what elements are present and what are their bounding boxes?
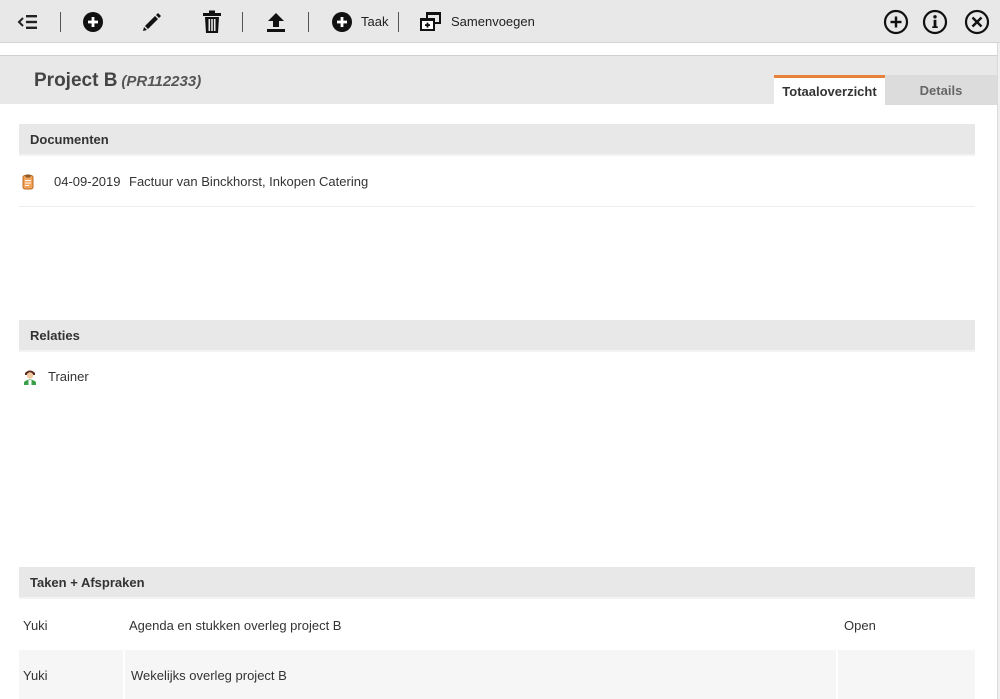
trash-icon[interactable] [202,0,222,43]
merge-label: Samenvoegen [451,14,535,29]
relations-section-header: Relaties [19,320,975,352]
close-circle-icon[interactable] [964,0,990,43]
toolbar-divider [242,12,243,32]
task-description: Agenda en stukken overleg project B [129,617,342,633]
add-circle-icon[interactable] [82,0,104,43]
document-date: 04-09-2019 [54,174,121,189]
task-row[interactable]: Yuki Wekelijks overleg project B [19,650,975,699]
merge-button[interactable]: Samenvoegen [419,0,535,43]
documents-section-header: Documenten [19,124,975,156]
toolbar-divider [308,12,309,32]
toolbar-divider [60,12,61,32]
project-title: Project B [34,70,118,91]
task-row[interactable]: Yuki Agenda en stukken overleg project B… [19,600,975,650]
task-status [838,650,975,699]
add-task-label: Taak [361,14,389,29]
project-code: (PR112233) [121,73,202,90]
tasks-section-header: Taken + Afspraken [19,567,975,599]
tab-totaaloverzicht[interactable]: Totaaloverzicht [774,75,885,105]
add-circle-icon [332,11,352,32]
collapse-menu-icon[interactable] [17,0,39,43]
document-icon [22,174,34,193]
page-title: Project B (PR112233) [34,70,201,92]
relation-row[interactable]: Trainer [19,360,975,390]
add-outline-icon[interactable] [883,0,909,43]
toolbar-divider [398,12,399,32]
tab-details[interactable]: Details [885,75,997,105]
add-task-button[interactable]: Taak [331,0,388,43]
document-row[interactable]: 04-09-2019 Factuur van Binckhorst, Inkop… [19,157,975,207]
task-assignee: Yuki [23,667,48,683]
edit-pencil-icon[interactable] [141,0,163,43]
document-description: Factuur van Binckhorst, Inkopen Catering [129,174,369,189]
upload-icon[interactable] [265,0,287,43]
toolbar: Taak Samenvoegen [0,0,1000,43]
relation-name: Trainer [48,369,89,384]
page-header: Project B (PR112233) Totaaloverzicht Deta… [0,55,1000,105]
task-status: Open [844,617,876,633]
person-icon [23,369,37,388]
task-assignee: Yuki [23,617,48,633]
task-description: Wekelijks overleg project B [123,650,838,699]
info-icon[interactable] [922,0,948,43]
merge-windows-icon [420,11,441,31]
